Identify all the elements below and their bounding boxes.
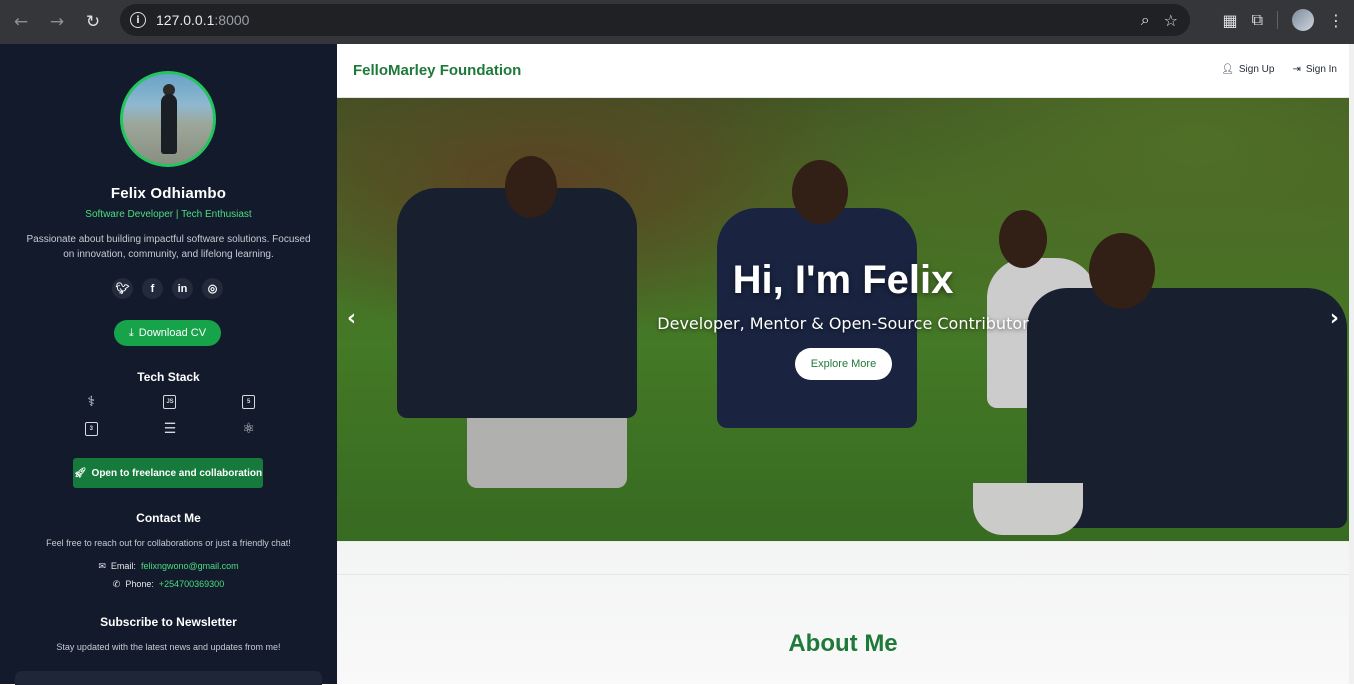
reload-icon[interactable]: ↻ xyxy=(78,7,108,37)
menu-kebab-icon[interactable]: ⋮ xyxy=(1328,11,1344,30)
hero-subtitle: Developer, Mentor & Open-Source Contribu… xyxy=(657,314,1029,333)
profile-name: Felix Odhiambo xyxy=(110,185,227,202)
phone-link[interactable]: +254700369300 xyxy=(159,579,224,590)
contact-email: ✉ Email: felixngwono@gmail.com xyxy=(98,561,239,572)
back-icon[interactable]: ← xyxy=(6,7,36,37)
sidebar: Felix Odhiambo Software Developer | Tech… xyxy=(0,44,337,685)
profile-bio: Passionate about building impactful soft… xyxy=(26,234,311,260)
contact-phone: ✆ Phone: +254700369300 xyxy=(112,579,225,590)
html5-icon: 5 xyxy=(209,393,288,410)
signup-link[interactable]: 👤︎ Sign Up xyxy=(1221,64,1274,75)
phone-icon: ✆ xyxy=(112,579,121,589)
qr-code-icon[interactable]: ▦ xyxy=(1222,11,1237,30)
download-cv-button[interactable]: ⤓ Download CV xyxy=(114,320,221,346)
main-content: FelloMarley Foundation 👤︎ Sign Up ⇥ Sign I… xyxy=(337,44,1354,684)
bookmark-star-icon[interactable]: ☆ xyxy=(1164,11,1178,30)
page-scrollbar[interactable] xyxy=(1349,44,1354,684)
brand-link[interactable]: FelloMarley Foundation xyxy=(353,62,521,79)
zoom-icon[interactable]: ⌕ xyxy=(1141,10,1150,30)
contact-note: Feel free to reach out for collaboration… xyxy=(46,538,291,548)
forward-icon[interactable]: → xyxy=(42,7,72,37)
url-text: 127.0.0.1:8000 xyxy=(156,12,250,28)
about-section: About Me xyxy=(337,541,1349,684)
social-links: 🐦︎ f in ◎ xyxy=(112,278,223,299)
js-icon: JS xyxy=(131,393,210,410)
css3-icon: 3 xyxy=(52,420,131,437)
user-plus-icon: 👤︎ xyxy=(1221,64,1234,75)
python-icon: ⚕ xyxy=(87,393,96,409)
toolbar-divider xyxy=(1277,11,1278,29)
twitter-icon[interactable]: 🐦︎ xyxy=(112,278,133,299)
tech-stack-title: Tech Stack xyxy=(137,370,200,384)
profile-role: Software Developer | Tech Enthusiast xyxy=(85,209,252,220)
rocket-icon: 🚀︎ xyxy=(73,467,87,479)
address-bar[interactable]: i 127.0.0.1:8000 ⌕ ☆ xyxy=(120,4,1190,36)
facebook-icon[interactable]: f xyxy=(142,278,163,299)
database-icon: ☰ xyxy=(163,420,177,436)
profile-avatar[interactable] xyxy=(1292,9,1314,31)
browser-toolbar: ← → ↻ i 127.0.0.1:8000 ⌕ ☆ ▦ ⧉ ⋮ xyxy=(0,0,1354,44)
freelance-button[interactable]: 🚀︎ Open to freelance and collaboration xyxy=(73,458,263,488)
about-title: About Me xyxy=(788,630,898,657)
linkedin-icon[interactable]: in xyxy=(172,278,193,299)
tech-stack-grid: ⚕ JS 5 3 ☰ ⚛ xyxy=(52,393,288,437)
hero-title: Hi, I'm Felix xyxy=(732,258,954,302)
download-icon: ⤓ xyxy=(128,326,134,339)
hero-carousel: ‹ › Hi, I'm Felix Developer, Mentor & Op… xyxy=(337,98,1349,541)
email-link[interactable]: felixngwono@gmail.com xyxy=(141,561,239,572)
newsletter-title: Subscribe to Newsletter xyxy=(100,615,237,629)
react-icon: ⚛ xyxy=(242,420,255,436)
signin-link[interactable]: ⇥ Sign In xyxy=(1292,64,1337,75)
contact-title: Contact Me xyxy=(136,511,201,525)
newsletter-email-input[interactable] xyxy=(15,671,322,685)
extensions-icon[interactable]: ⧉ xyxy=(1252,10,1263,30)
newsletter-note: Stay updated with the latest news and up… xyxy=(56,642,281,652)
envelope-icon: ✉ xyxy=(98,561,106,571)
explore-more-button[interactable]: Explore More xyxy=(795,348,892,380)
instagram-icon[interactable]: ◎ xyxy=(202,278,223,299)
site-info-icon[interactable]: i xyxy=(130,12,146,28)
top-navbar: FelloMarley Foundation 👤︎ Sign Up ⇥ Sign I… xyxy=(337,44,1349,98)
profile-photo xyxy=(120,71,216,167)
sign-in-icon: ⇥ xyxy=(1292,64,1301,75)
